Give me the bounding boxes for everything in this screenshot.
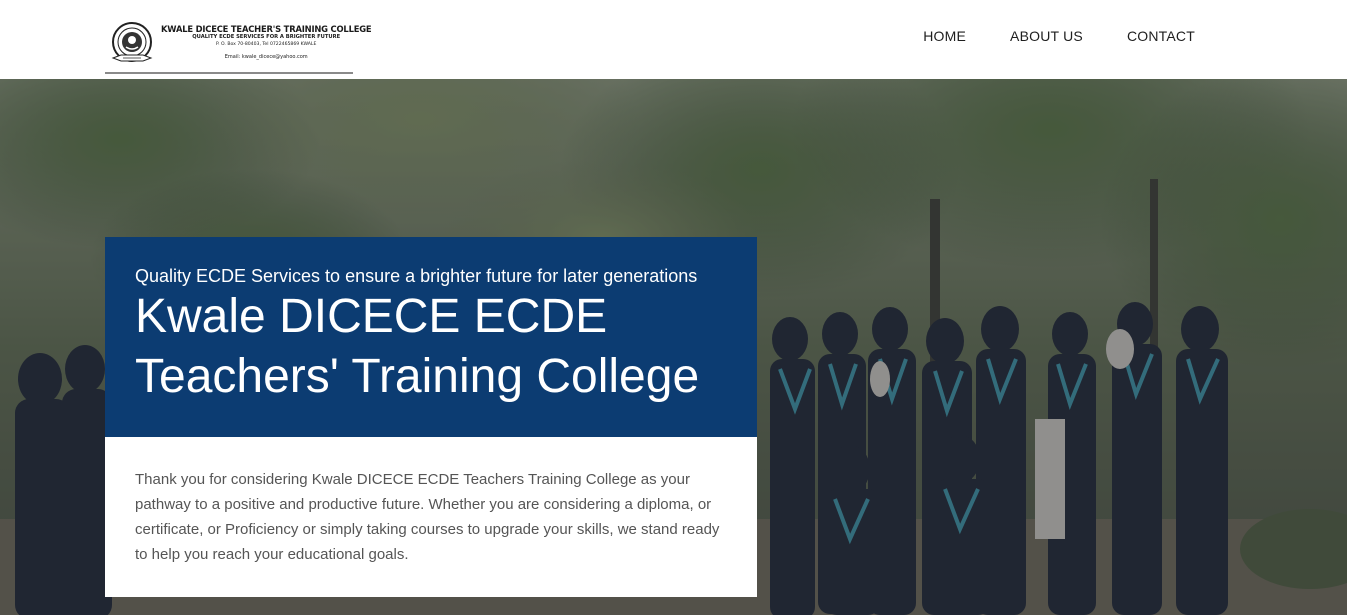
hero-title: Kwale DICECE ECDE Teachers' Training Col… bbox=[135, 290, 700, 403]
hero-section: Quality ECDE Services to ensure a bright… bbox=[0, 79, 1347, 615]
college-seal-icon bbox=[111, 22, 153, 62]
hero-intro-text: Thank you for considering Kwale DICECE E… bbox=[135, 471, 720, 563]
logo-text-block: KWALE DICECE TEACHER'S TRAINING COLLEGE … bbox=[157, 20, 372, 61]
college-logo[interactable]: KWALE DICECE TEACHER'S TRAINING COLLEGE … bbox=[105, 20, 372, 74]
main-nav: HOME ABOUT US CONTACT bbox=[923, 28, 1195, 44]
nav-home[interactable]: HOME bbox=[923, 28, 966, 44]
nav-contact[interactable]: CONTACT bbox=[1127, 28, 1195, 44]
hero-intro-card: Thank you for considering Kwale DICECE E… bbox=[105, 437, 757, 597]
logo-address: P. O. Box 70-80403, Tel 0722465869 KWALE bbox=[216, 42, 317, 47]
logo-college-name: KWALE DICECE TEACHER'S TRAINING COLLEGE bbox=[161, 24, 372, 34]
logo-email: Email: kwale_dicece@yahoo.com bbox=[224, 54, 308, 60]
hero-tagline: Quality ECDE Services to ensure a bright… bbox=[135, 266, 698, 286]
site-header: KWALE DICECE TEACHER'S TRAINING COLLEGE … bbox=[0, 0, 1347, 79]
nav-about-us[interactable]: ABOUT US bbox=[1010, 28, 1083, 44]
logo-motto: QUALITY ECDE SERVICES FOR A BRIGHTER FUT… bbox=[192, 34, 341, 40]
hero-title-card: Quality ECDE Services to ensure a bright… bbox=[105, 237, 757, 437]
